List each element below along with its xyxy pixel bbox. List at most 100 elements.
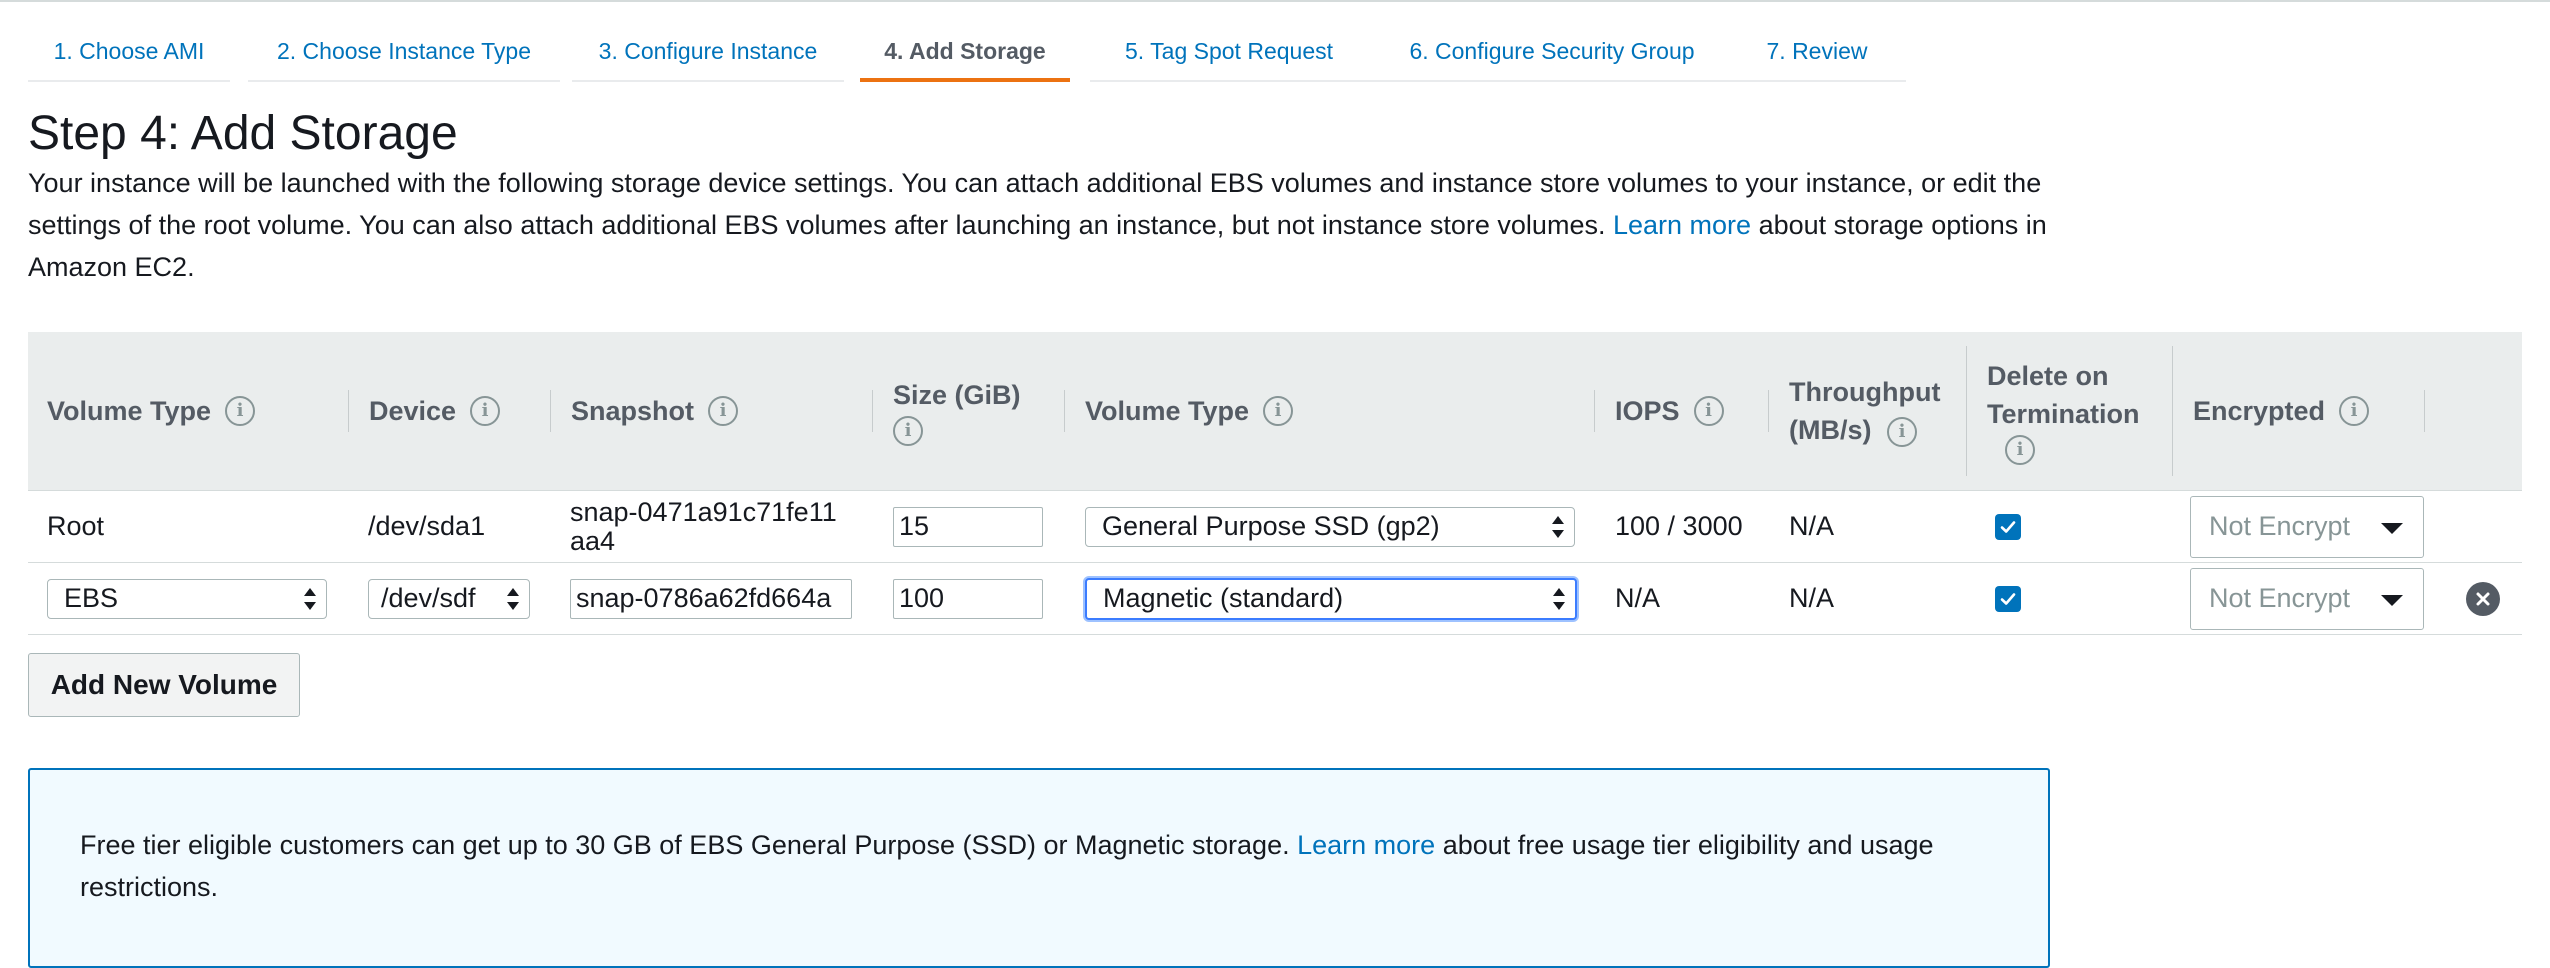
select-value: /dev/sdf: [381, 583, 476, 613]
encryption-dropdown[interactable]: Not Encrypt: [2190, 495, 2424, 558]
column-divider: [348, 390, 349, 432]
header-iops: IOPS i: [1596, 332, 1768, 490]
chevron-down-icon: [2381, 522, 2403, 534]
select-arrows-icon: [1552, 515, 1564, 539]
device-cell: /dev/sdf: [368, 563, 530, 634]
ebs-type-cell: Magnetic (standard): [1085, 563, 1577, 634]
snapshot-text: snap-0471a91c71fe11aa4: [570, 496, 837, 556]
volume-type-value: Root: [47, 511, 105, 541]
remove-cell: [2466, 563, 2500, 634]
info-icon[interactable]: i: [1693, 396, 1724, 426]
column-divider: [1966, 346, 1967, 476]
iops-value: 100 / 3000: [1615, 511, 1743, 541]
header-label: Volume Type: [1085, 395, 1250, 426]
encryption-value: Not Encrypt: [2209, 583, 2351, 613]
snapshot-value: snap-0471a91c71fe11aa4: [570, 491, 840, 562]
column-divider: [550, 390, 551, 432]
select-arrows-icon: [1553, 587, 1565, 611]
volume-kind-select[interactable]: EBS: [47, 578, 327, 619]
encrypted-cell: Not Encrypt: [2190, 563, 2424, 634]
header-label: Encrypted: [2193, 395, 2326, 426]
header-label: Size (GiB): [893, 380, 1021, 410]
delete-on-termination-checkbox[interactable]: [1995, 585, 2021, 612]
size-cell: [893, 491, 1043, 562]
add-new-volume-button[interactable]: Add New Volume: [28, 653, 300, 717]
header-label: Volume Type: [47, 395, 212, 426]
header-volume-type: Volume Type i: [28, 332, 348, 490]
header-label: Device: [369, 395, 457, 426]
header-label: IOPS: [1615, 395, 1680, 426]
checkmark-icon: [2000, 520, 2016, 533]
free-tier-notice: Free tier eligible customers can get up …: [28, 768, 2050, 968]
notice-learn-more-link[interactable]: Learn more: [1297, 830, 1435, 860]
header-size: Size (GiB) i: [874, 332, 1064, 490]
encrypted-cell: Not Encrypt: [2190, 491, 2424, 562]
info-icon[interactable]: i: [708, 396, 739, 426]
volume-type-select[interactable]: Magnetic (standard): [1085, 577, 1577, 620]
column-divider: [1594, 390, 1595, 432]
volume-type-cell: EBS: [47, 563, 327, 634]
encryption-dropdown[interactable]: Not Encrypt: [2190, 567, 2424, 630]
table-row: Root /dev/sda1 snap-0471a91c71fe11aa4 Ge…: [28, 491, 2522, 563]
tab-add-storage[interactable]: 4. Add Storage: [860, 18, 1070, 82]
size-input[interactable]: [893, 578, 1043, 619]
throughput-value: N/A: [1789, 511, 1835, 541]
snapshot-input[interactable]: [570, 578, 852, 619]
column-divider: [2424, 390, 2425, 432]
device-select[interactable]: /dev/sdf: [368, 578, 530, 619]
top-border: [0, 0, 2550, 2]
size-input[interactable]: [893, 506, 1043, 547]
remove-volume-close-icon[interactable]: [2466, 581, 2500, 616]
checkmark-icon: [2000, 592, 2016, 605]
table-header: Volume Type i Device i Snapshot i Size (…: [28, 332, 2522, 491]
header-label: Throughput (MB/s): [1789, 377, 1941, 445]
info-icon[interactable]: i: [225, 396, 256, 426]
tab-review[interactable]: 7. Review: [1728, 18, 1906, 82]
iops-value: N/A: [1615, 583, 1661, 613]
column-divider: [872, 390, 873, 432]
snapshot-cell: [570, 563, 852, 634]
info-icon[interactable]: i: [2339, 396, 2370, 426]
encryption-value: Not Encrypt: [2209, 511, 2351, 541]
ebs-type-cell: General Purpose SSD (gp2): [1085, 491, 1575, 562]
info-icon[interactable]: i: [2005, 435, 2035, 465]
select-arrows-icon: [507, 587, 519, 611]
info-icon[interactable]: i: [1263, 396, 1294, 426]
header-label: Snapshot: [571, 395, 695, 426]
page-description: Your instance will be launched with the …: [28, 162, 2068, 288]
header-delete-on-termination: Delete on Termination i: [1968, 332, 2172, 490]
column-divider: [2172, 346, 2173, 476]
tab-tag-spot-request[interactable]: 5. Tag Spot Request: [1090, 18, 1368, 82]
device-value: /dev/sda1: [368, 511, 486, 541]
throughput-value: N/A: [1789, 583, 1835, 613]
select-value: Magnetic (standard): [1103, 583, 1344, 613]
tab-choose-instance-type[interactable]: 2. Choose Instance Type: [248, 18, 560, 82]
page-title: Step 4: Add Storage: [28, 107, 458, 160]
tab-configure-instance[interactable]: 3. Configure Instance: [572, 18, 844, 82]
info-icon[interactable]: i: [470, 396, 501, 426]
tab-configure-security-group[interactable]: 6. Configure Security Group: [1368, 18, 1736, 82]
table-row: EBS /dev/sdf Magnetic (standard) N/A N/A: [28, 563, 2522, 635]
header-throughput: Throughput (MB/s) i: [1770, 332, 1966, 490]
select-value: General Purpose SSD (gp2): [1102, 511, 1440, 541]
header-ebs-volume-type: Volume Type i: [1066, 332, 1594, 490]
select-value: EBS: [64, 583, 119, 613]
size-cell: [893, 563, 1043, 634]
tab-choose-ami[interactable]: 1. Choose AMI: [28, 18, 230, 82]
volume-type-select[interactable]: General Purpose SSD (gp2): [1085, 506, 1575, 547]
close-icon: [2476, 592, 2490, 605]
info-icon[interactable]: i: [1887, 416, 1918, 447]
chevron-down-icon: [2381, 594, 2403, 606]
column-divider: [1768, 390, 1769, 432]
delete-on-termination-checkbox-cell: [1995, 491, 2021, 562]
column-divider: [1064, 390, 1065, 432]
delete-on-termination-checkbox-cell: [1995, 563, 2021, 634]
header-snapshot: Snapshot i: [552, 332, 872, 490]
delete-on-termination-checkbox[interactable]: [1995, 513, 2021, 540]
select-arrows-icon: [304, 587, 316, 611]
header-label: Delete on Termination: [1987, 361, 2140, 429]
notice-text: Free tier eligible customers can get up …: [80, 830, 1290, 860]
info-icon[interactable]: i: [893, 416, 923, 446]
header-device: Device i: [350, 332, 550, 490]
learn-more-link[interactable]: Learn more: [1613, 210, 1751, 240]
